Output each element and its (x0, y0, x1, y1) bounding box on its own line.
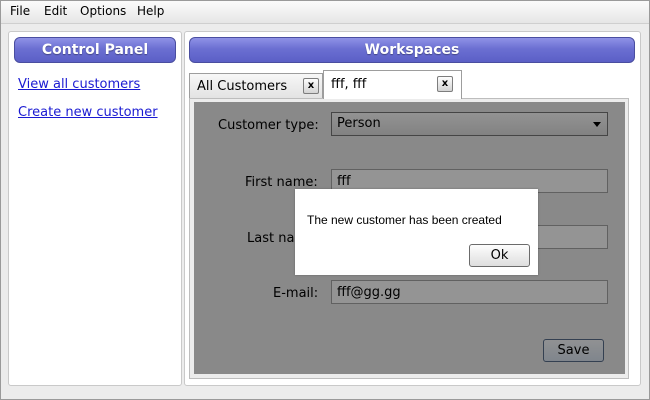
workspaces-title: Workspaces (189, 37, 635, 63)
tab-all-customers[interactable]: All Customers x (189, 73, 323, 99)
menu-bar: File Edit Options Help (1, 1, 649, 24)
create-new-customer-link[interactable]: Create new customer (18, 105, 158, 120)
tab-fff-fff[interactable]: fff, fff x (323, 70, 462, 99)
menu-file[interactable]: File (10, 4, 30, 18)
app-window: File Edit Options Help Control Panel Vie… (0, 0, 650, 400)
tab-all-customers-label: All Customers (197, 79, 288, 94)
view-all-customers-link[interactable]: View all customers (18, 77, 140, 92)
tab-fff-fff-label: fff, fff (331, 77, 367, 92)
menu-help[interactable]: Help (137, 4, 164, 18)
tab-fff-fff-close-icon[interactable]: x (437, 76, 453, 92)
control-panel-title: Control Panel (14, 37, 176, 63)
confirmation-dialog: The new customer has been created Ok (295, 189, 538, 275)
menu-options[interactable]: Options (80, 4, 126, 18)
menu-edit[interactable]: Edit (44, 4, 67, 18)
tab-all-customers-close-icon[interactable]: x (303, 78, 319, 94)
ok-button[interactable]: Ok (469, 244, 530, 267)
dialog-message: The new customer has been created (307, 213, 502, 227)
control-panel: Control Panel View all customers Create … (8, 31, 182, 386)
